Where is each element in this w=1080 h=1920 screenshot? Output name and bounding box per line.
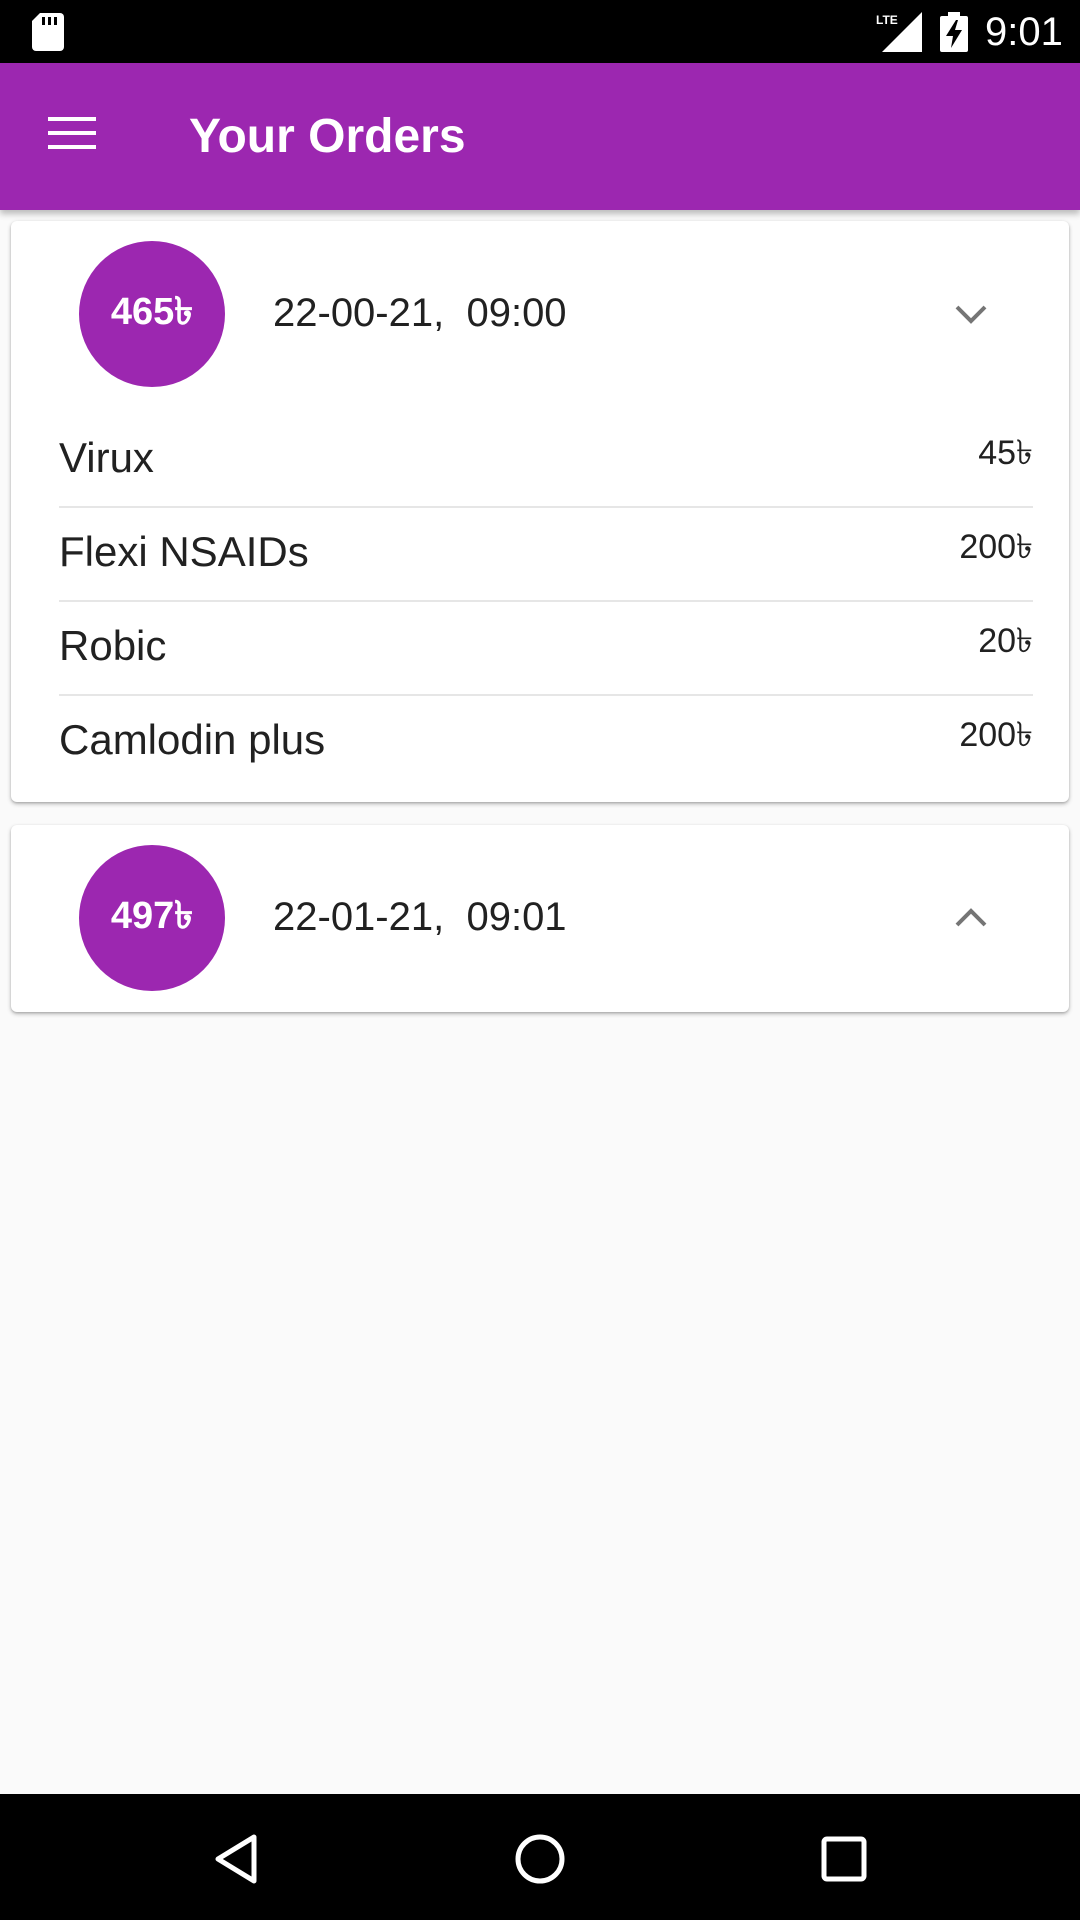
order-total-badge: 465৳ [79, 241, 225, 387]
sd-card-icon [32, 13, 64, 51]
order-card[interactable]: 497৳ 22-01-21, 09:01 [11, 825, 1069, 1012]
recents-icon[interactable] [814, 1829, 874, 1889]
order-card[interactable]: 465৳ 22-00-21, 09:00 Virux 45৳ Flexi NSA… [11, 221, 1069, 802]
order-date: 22-01-21, 09:01 [273, 895, 567, 939]
list-item: Camlodin plus 200৳ [59, 696, 1033, 790]
item-price: 200৳ [959, 716, 1033, 754]
back-icon[interactable] [206, 1829, 266, 1889]
item-name: Camlodin plus [59, 716, 326, 763]
chevron-up-icon[interactable] [948, 895, 994, 941]
item-price: 45৳ [978, 434, 1033, 472]
status-time: 9:01 [985, 10, 1063, 54]
item-name: Robic [59, 622, 167, 669]
lte-signal-icon: LTE [876, 12, 922, 52]
list-item: Virux 45৳ [59, 414, 1033, 508]
page-title: Your Orders [189, 110, 466, 163]
list-item: Flexi NSAIDs 200৳ [59, 508, 1033, 602]
home-icon[interactable] [510, 1829, 570, 1889]
chevron-down-icon[interactable] [948, 291, 994, 337]
svg-text:LTE: LTE [876, 13, 898, 27]
item-name: Flexi NSAIDs [59, 528, 309, 575]
navigation-bar [0, 1794, 1080, 1920]
order-date: 22-00-21, 09:00 [273, 291, 567, 335]
hamburger-menu-icon[interactable] [40, 111, 100, 161]
status-bar: LTE 9:01 [0, 0, 1080, 63]
list-item: Robic 20৳ [59, 602, 1033, 696]
app-bar: Your Orders [0, 63, 1080, 210]
order-total-badge: 497৳ [79, 845, 225, 991]
item-price: 200৳ [959, 528, 1033, 566]
item-price: 20৳ [978, 622, 1033, 660]
item-name: Virux [59, 434, 154, 481]
battery-charging-icon [940, 12, 968, 52]
